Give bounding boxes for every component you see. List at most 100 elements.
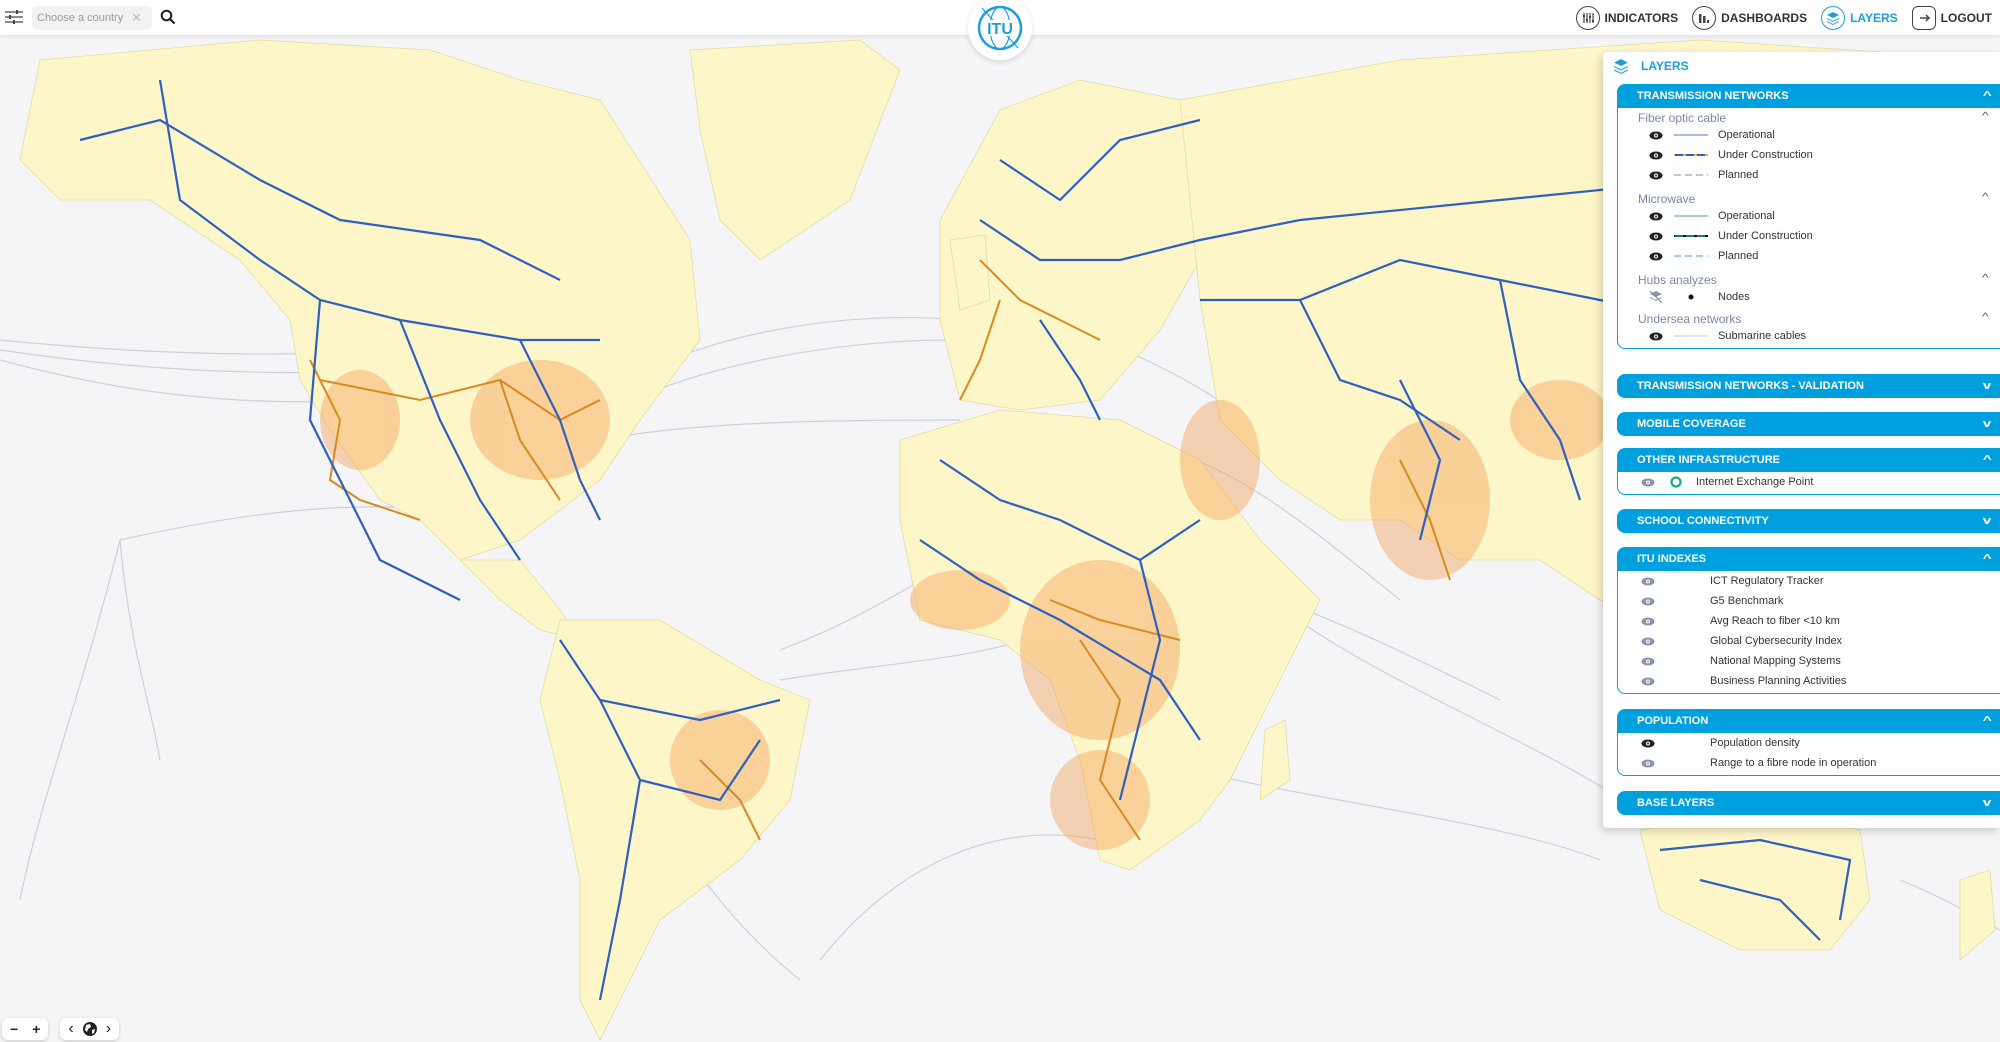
section-validation: TRANSMISSION NETWORKS - VALIDATION v xyxy=(1617,374,2000,398)
chevron-up-icon: ^ xyxy=(1982,90,1992,102)
legend-dashed-line xyxy=(1674,252,1708,260)
layer-fiber-under-construction: Under Construction xyxy=(1618,145,2000,165)
section-title: OTHER INFRASTRUCTURE xyxy=(1637,454,1780,466)
eye-icon[interactable] xyxy=(1638,739,1658,748)
legend-ring xyxy=(1666,476,1686,488)
sliders-icon xyxy=(5,10,23,24)
filter-button[interactable] xyxy=(4,8,26,28)
section-body-transmission: Fiber optic cable ^ Operational Under Co… xyxy=(1617,108,2000,349)
svg-text:ITU: ITU xyxy=(987,21,1013,38)
nav-logout[interactable]: LOGOUT xyxy=(1911,6,1992,30)
prev-view-button[interactable]: ‹ xyxy=(68,1020,73,1038)
layer-ict-regulatory-tracker: ICT Regulatory Tracker xyxy=(1618,571,2000,591)
layer-label: ICT Regulatory Tracker xyxy=(1710,575,1824,587)
eye-icon[interactable] xyxy=(1646,252,1666,261)
eye-icon[interactable] xyxy=(1646,332,1666,341)
eye-icon[interactable] xyxy=(1638,597,1658,606)
chevron-up-icon: ^ xyxy=(1982,454,1992,466)
group-fiber-optic[interactable]: Fiber optic cable ^ xyxy=(1618,108,2000,125)
eye-icon[interactable] xyxy=(1646,131,1666,140)
eye-icon[interactable] xyxy=(1638,577,1658,586)
nav-dashboards-label: DASHBOARDS xyxy=(1721,11,1808,25)
clear-icon[interactable]: ✕ xyxy=(131,10,142,26)
country-search-input[interactable] xyxy=(37,12,129,24)
layer-fiber-planned: Planned xyxy=(1618,165,2000,185)
eye-icon[interactable] xyxy=(1646,171,1666,180)
layer-range-to-fibre-node: Range to a fibre node in operation xyxy=(1618,753,2000,773)
section-header-itu[interactable]: ITU INDEXES ^ xyxy=(1617,547,2000,571)
section-header-transmission[interactable]: TRANSMISSION NETWORKS ^ xyxy=(1617,84,2000,108)
chevron-up-icon: ^ xyxy=(1982,192,1989,203)
layer-microwave-planned: Planned xyxy=(1618,246,2000,266)
legend-empty xyxy=(1666,637,1700,645)
group-hubs[interactable]: Hubs analyzes ^ xyxy=(1618,270,2000,287)
group-undersea[interactable]: Undersea networks ^ xyxy=(1618,309,2000,326)
section-header-validation[interactable]: TRANSMISSION NETWORKS - VALIDATION v xyxy=(1617,374,2000,398)
section-mobile-coverage: MOBILE COVERAGE v xyxy=(1617,412,2000,436)
group-title: Fiber optic cable xyxy=(1638,111,1727,125)
layer-label: Planned xyxy=(1718,250,1759,262)
search-button[interactable] xyxy=(160,9,176,25)
layer-label: Range to a fibre node in operation xyxy=(1710,757,1877,769)
layer-nodes: Nodes xyxy=(1618,287,2000,307)
layer-fiber-operational: Operational xyxy=(1618,125,2000,145)
eye-icon[interactable] xyxy=(1646,212,1666,221)
section-body-population: Population density Range to a fibre node… xyxy=(1617,733,2000,776)
layer-label: Internet Exchange Point xyxy=(1696,476,1814,488)
section-header-other[interactable]: OTHER INFRASTRUCTURE ^ xyxy=(1617,448,2000,472)
eye-icon[interactable] xyxy=(1638,617,1658,626)
layers-icon xyxy=(1614,59,1628,74)
chevron-up-icon: ^ xyxy=(1982,312,1989,323)
layer-label: Under Construction xyxy=(1718,149,1813,161)
layer-avg-reach-fiber: Avg Reach to fiber <10 km xyxy=(1618,611,2000,631)
itu-globe-icon: ITU xyxy=(977,5,1023,51)
section-title: TRANSMISSION NETWORKS xyxy=(1637,90,1789,102)
eye-off-icon[interactable] xyxy=(1646,291,1666,303)
nav-dashboards[interactable]: DASHBOARDS xyxy=(1692,6,1807,30)
layer-label: Nodes xyxy=(1718,291,1750,303)
search-icon xyxy=(160,9,176,25)
layer-submarine-cables: Submarine cables xyxy=(1618,326,2000,346)
section-base-layers: BASE LAYERS v xyxy=(1617,791,2000,815)
section-title: POPULATION xyxy=(1637,715,1709,727)
zoom-in-button[interactable]: + xyxy=(32,1021,40,1037)
eye-icon[interactable] xyxy=(1638,657,1658,666)
section-other-infrastructure: OTHER INFRASTRUCTURE ^ Internet Exchange… xyxy=(1617,448,2000,495)
section-header-mobile[interactable]: MOBILE COVERAGE v xyxy=(1617,412,2000,436)
section-header-school[interactable]: SCHOOL CONNECTIVITY v xyxy=(1617,509,2000,533)
legend-solid-line xyxy=(1674,212,1708,220)
nav-indicators[interactable]: INDICATORS xyxy=(1575,6,1678,30)
itu-logo[interactable]: ITU xyxy=(968,0,1032,60)
legend-solid-line xyxy=(1674,332,1708,340)
eye-icon[interactable] xyxy=(1638,677,1658,686)
layer-g5-benchmark: G5 Benchmark xyxy=(1618,591,2000,611)
nav-layers-label: LAYERS xyxy=(1850,11,1898,25)
layer-label: Population density xyxy=(1710,737,1800,749)
main-nav: INDICATORS DASHBOARDS LAYERS LOGOUT xyxy=(1575,6,1992,30)
layer-label: Business Planning Activities xyxy=(1710,675,1847,687)
legend-empty xyxy=(1666,739,1700,747)
next-view-button[interactable]: › xyxy=(106,1020,111,1038)
chevron-up-icon: ^ xyxy=(1982,715,1992,727)
eye-icon[interactable] xyxy=(1638,759,1658,768)
layer-ixp: Internet Exchange Point xyxy=(1618,472,2000,492)
section-header-population[interactable]: POPULATION ^ xyxy=(1617,709,2000,733)
layer-label: National Mapping Systems xyxy=(1710,655,1841,667)
section-transmission-networks: TRANSMISSION NETWORKS ^ Fiber optic cabl… xyxy=(1617,84,2000,349)
section-header-base[interactable]: BASE LAYERS v xyxy=(1617,791,2000,815)
eye-icon[interactable] xyxy=(1638,637,1658,646)
layer-label: Operational xyxy=(1718,210,1775,222)
nav-layers[interactable]: LAYERS xyxy=(1821,6,1898,30)
eye-icon[interactable] xyxy=(1638,478,1658,487)
legend-empty xyxy=(1666,759,1700,767)
legend-solid-line xyxy=(1674,131,1708,139)
group-title: Hubs analyzes xyxy=(1638,273,1717,287)
eye-icon[interactable] xyxy=(1646,232,1666,241)
group-microwave[interactable]: Microwave ^ xyxy=(1618,189,2000,206)
layer-business-planning-activities: Business Planning Activities xyxy=(1618,671,2000,691)
section-school-connectivity: SCHOOL CONNECTIVITY v xyxy=(1617,509,2000,533)
eye-icon[interactable] xyxy=(1646,151,1666,160)
view-controls: ‹ › xyxy=(60,1018,120,1040)
zoom-out-button[interactable]: − xyxy=(10,1021,18,1037)
globe-button[interactable] xyxy=(82,1021,98,1037)
